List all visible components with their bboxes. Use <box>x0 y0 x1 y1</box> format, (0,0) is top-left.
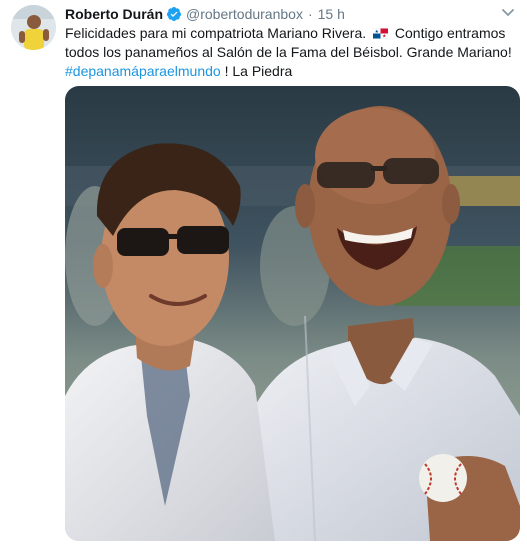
author-name[interactable]: Roberto Durán <box>65 5 163 23</box>
panama-flag-icon <box>373 28 389 39</box>
photo-two-men-smiling-icon <box>65 86 520 541</box>
tweet-timestamp[interactable]: 15 h <box>318 5 345 23</box>
tweet-photo[interactable] <box>65 86 520 541</box>
author-avatar[interactable] <box>11 5 56 50</box>
author-handle[interactable]: @robertoduranbox <box>186 5 303 23</box>
chevron-down-icon[interactable] <box>501 8 515 18</box>
tweet-card[interactable]: Roberto Durán @robertoduranbox · 15 h Fe… <box>0 0 527 551</box>
tweet-header: Roberto Durán @robertoduranbox · 15 h <box>65 5 345 23</box>
header-separator: · <box>307 6 313 22</box>
tweet-text-part3: ! La Piedra <box>220 63 293 79</box>
tweet-text: Felicidades para mi compatriota Mariano … <box>65 24 515 81</box>
person-avatar-icon <box>11 5 56 50</box>
verified-badge-icon <box>167 7 181 21</box>
tweet-text-part1: Felicidades para mi compatriota Mariano … <box>65 25 371 41</box>
hashtag-link[interactable]: #depanamáparaelmundo <box>65 63 221 79</box>
